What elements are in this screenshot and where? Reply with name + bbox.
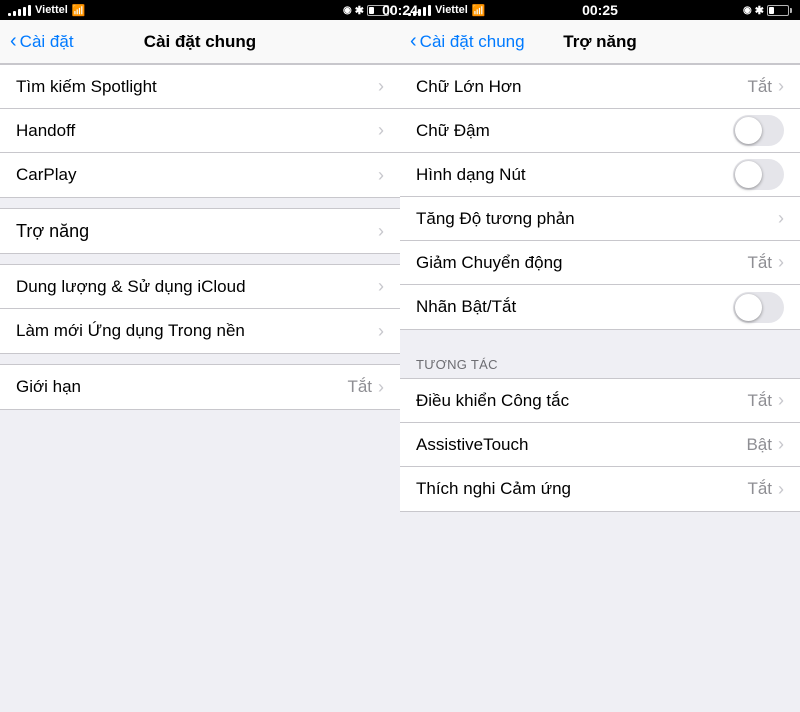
gioihan-label: Giới hạn	[16, 377, 347, 397]
carrier-label: Viettel	[35, 4, 68, 16]
lammoi-label: Làm mới Ứng dụng Trong nền	[16, 321, 378, 341]
tuongtac-section-header: TƯƠNG TÁC	[400, 340, 800, 378]
dunglucng-chevron: ›	[378, 276, 384, 297]
list-item-dunglucng[interactable]: Dung lượng & Sử dụng iCloud ›	[0, 265, 400, 309]
nhanbattat-label: Nhãn Bật/Tắt	[416, 297, 733, 317]
list-item-spotlight[interactable]: Tìm kiếm Spotlight ›	[0, 65, 400, 109]
dunglucng-label: Dung lượng & Sử dụng iCloud	[16, 277, 378, 297]
tronang-chevron: ›	[378, 221, 384, 242]
hinhdang-toggle[interactable]	[733, 159, 784, 190]
carplay-label: CarPlay	[16, 165, 378, 185]
left-nav-bar: ‹ Cài đặt Cài đặt chung	[0, 20, 400, 64]
left-list-group-4: Giới hạn Tắt ›	[0, 364, 400, 410]
chudm-toggle-thumb	[735, 117, 762, 144]
thichnghi-value: Tắt	[747, 479, 772, 499]
right-list-group-2: Điều khiển Công tắc Tắt › AssistiveTouch…	[400, 378, 800, 512]
hinhdang-label: Hình dạng Nút	[416, 165, 733, 185]
list-item-gioi-han[interactable]: Giới hạn Tắt ›	[0, 365, 400, 409]
chudm-label: Chữ Đậm	[416, 121, 733, 141]
tuongtac-label: TƯƠNG TÁC	[416, 357, 498, 372]
dieukhinh-chevron: ›	[778, 390, 784, 411]
chulonnhon-label: Chữ Lớn Hơn	[416, 77, 747, 97]
giamchuyendong-label: Giảm Chuyển động	[416, 253, 747, 273]
gioihan-value: Tắt	[347, 377, 372, 397]
left-list-group-3: Dung lượng & Sử dụng iCloud › Làm mới Ứn…	[0, 264, 400, 354]
right-item-tangdo[interactable]: Tăng Độ tương phản ›	[400, 197, 800, 241]
right-nav-bar: ‹ Cài đặt chung Trợ năng	[400, 20, 800, 64]
assistive-chevron: ›	[778, 434, 784, 455]
chulonnhon-value: Tắt	[747, 77, 772, 97]
gioihan-chevron: ›	[378, 377, 384, 398]
left-list-group-1: Tìm kiếm Spotlight › Handoff › CarPlay ›	[0, 64, 400, 198]
assistive-value: Bật	[746, 435, 772, 455]
right-location-icon: ◉	[743, 5, 752, 16]
nhanbattat-toggle-thumb	[735, 294, 762, 321]
signal-icon	[8, 5, 31, 16]
handoff-chevron: ›	[378, 120, 384, 141]
spotlight-label: Tìm kiếm Spotlight	[16, 77, 378, 97]
carplay-chevron: ›	[378, 165, 384, 186]
thichnghi-label: Thích nghi Cảm ứng	[416, 479, 747, 499]
right-back-label: Cài đặt chung	[420, 32, 525, 52]
nhanbattat-toggle[interactable]	[733, 292, 784, 323]
left-list-group-2: Trợ năng ›	[0, 208, 400, 254]
left-panel: Viettel 📶 00:24 ◉ ✱ ‹ Cài đặt Cài đặt ch…	[0, 0, 400, 712]
right-wifi-icon: 📶	[472, 4, 486, 17]
giamchuyendong-value: Tắt	[747, 253, 772, 273]
spotlight-chevron: ›	[378, 76, 384, 97]
hinhdang-toggle-thumb	[735, 161, 762, 188]
bluetooth-icon: ✱	[355, 4, 364, 17]
location-icon: ◉	[343, 5, 352, 16]
right-item-chulonnhon[interactable]: Chữ Lớn Hơn Tắt ›	[400, 65, 800, 109]
assistive-label: AssistiveTouch	[416, 435, 746, 455]
dieukhinh-label: Điều khiển Công tắc	[416, 391, 747, 411]
left-content: Tìm kiếm Spotlight › Handoff › CarPlay ›…	[0, 64, 400, 712]
dieukhinh-value: Tắt	[747, 391, 772, 411]
left-back-chevron: ‹	[10, 30, 17, 53]
right-item-nhanbattat[interactable]: Nhãn Bật/Tắt	[400, 285, 800, 329]
time-label: 00:24	[382, 2, 400, 18]
right-item-dieukhinh[interactable]: Điều khiển Công tắc Tắt ›	[400, 379, 800, 423]
handoff-label: Handoff	[16, 121, 378, 141]
tronang-label: Trợ năng	[16, 221, 378, 242]
right-back-chevron: ‹	[410, 30, 417, 53]
tangdo-chevron: ›	[778, 208, 784, 229]
giamchuyendong-chevron: ›	[778, 252, 784, 273]
chudm-toggle[interactable]	[733, 115, 784, 146]
lammoi-chevron: ›	[378, 321, 384, 342]
list-item-handoff[interactable]: Handoff ›	[0, 109, 400, 153]
right-item-thichnghi[interactable]: Thích nghi Cảm ứng Tắt ›	[400, 467, 800, 511]
right-time-label: 00:25	[582, 2, 618, 18]
right-bluetooth-icon: ✱	[755, 4, 764, 17]
left-back-label: Cài đặt	[20, 32, 74, 52]
right-item-giamchuyendong[interactable]: Giảm Chuyển động Tắt ›	[400, 241, 800, 285]
right-panel: Viettel 📶 00:25 ◉ ✱ ‹ Cài đặt chung Trợ …	[400, 0, 800, 712]
right-item-assistive[interactable]: AssistiveTouch Bật ›	[400, 423, 800, 467]
list-item-carplay[interactable]: CarPlay ›	[0, 153, 400, 197]
list-item-tronang[interactable]: Trợ năng ›	[0, 209, 400, 253]
right-status-bar: Viettel 📶 00:25 ◉ ✱	[400, 0, 800, 20]
left-nav-title: Cài đặt chung	[144, 32, 256, 52]
right-battery-icon	[767, 5, 792, 16]
left-back-button[interactable]: ‹ Cài đặt	[10, 30, 74, 53]
right-nav-title: Trợ năng	[563, 32, 636, 52]
right-carrier-label: Viettel	[435, 4, 468, 16]
chulonnhon-chevron: ›	[778, 76, 784, 97]
tangdo-label: Tăng Độ tương phản	[416, 209, 778, 229]
left-status-bar: Viettel 📶 00:24 ◉ ✱	[0, 0, 400, 20]
list-item-lammoi[interactable]: Làm mới Ứng dụng Trong nền ›	[0, 309, 400, 353]
wifi-icon: 📶	[72, 4, 86, 17]
right-item-hinhdang[interactable]: Hình dạng Nút	[400, 153, 800, 197]
thichnghi-chevron: ›	[778, 479, 784, 500]
right-list-group-1: Chữ Lớn Hơn Tắt › Chữ Đậm Hình dạng Nút …	[400, 64, 800, 330]
right-back-button[interactable]: ‹ Cài đặt chung	[410, 30, 525, 53]
right-content: Chữ Lớn Hơn Tắt › Chữ Đậm Hình dạng Nút …	[400, 64, 800, 712]
right-item-chudm[interactable]: Chữ Đậm	[400, 109, 800, 153]
